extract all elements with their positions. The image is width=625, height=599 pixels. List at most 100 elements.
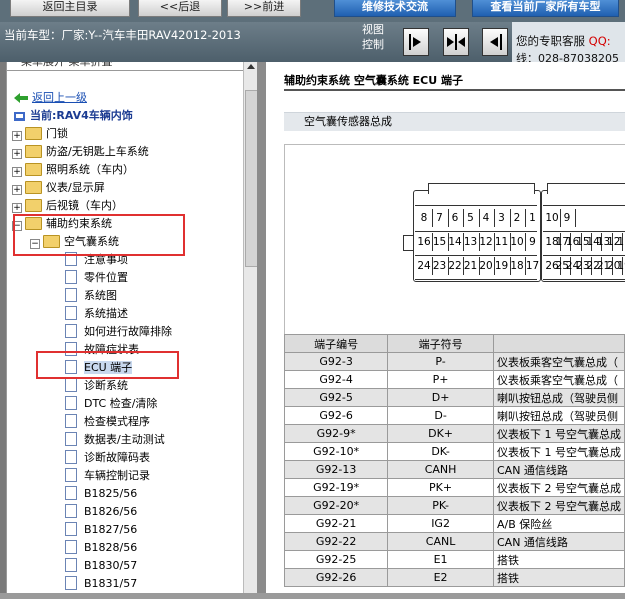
page-label: 系统图 [84,289,117,302]
document-icon [65,288,77,302]
page-label: 车辆控制记录 [84,469,150,482]
scroll-up-icon[interactable] [247,64,255,69]
connector-pin: 14 [448,236,462,248]
table-row: G92-6 D- 喇叭按钮总成（驾驶员侧 [283,406,625,425]
page-b1826[interactable]: B1826/56 [65,504,137,520]
view-control-label: 视图 控制 [362,22,384,52]
page-label: 数据表/主动测试 [84,433,165,446]
folder-anti-theft[interactable]: 防盗/无钥匙上车系统 [25,144,149,160]
terminal-no: G92-22 [283,532,389,551]
terminal-no: G92-25 [283,550,389,569]
connector-pin: 9 [563,212,571,224]
expand-toggle[interactable]: + [12,167,22,177]
terminal-symbol: D+ [387,388,494,407]
page-dtc-chart[interactable]: 诊断故障码表 [65,450,150,466]
pin-separator [540,233,542,251]
terminal-symbol: P- [387,352,494,371]
menu-expand-collapse[interactable]: 菜单展开 菜单折叠 [21,62,113,70]
connector-pin: 9 [529,236,536,248]
document-icon [65,432,77,446]
terminal-symbol: CANH [387,460,494,479]
wiring-color: A/B 保险丝 [493,514,625,533]
table-row: G92-21 IG2 A/B 保险丝 [283,514,625,533]
page-check-mode[interactable]: 检查模式程序 [65,414,150,430]
page-label: B1825/56 [84,487,138,500]
page-system-description[interactable]: 系统描述 [65,306,128,322]
connector-pin: 10 [545,212,559,224]
pin-row-line [543,231,625,232]
expand-toggle[interactable]: + [12,131,22,141]
page-label: 诊断系统 [84,379,128,392]
document-icon [65,450,77,464]
document-icon [65,558,77,572]
connector-pin: 21 [463,260,478,272]
page-data-list[interactable]: 数据表/主动测试 [65,432,165,448]
wiring-color: 仪表板下 1 号空气囊总成 [493,424,625,443]
back-link-text[interactable]: 返回上一级 [32,91,87,104]
expand-left-button[interactable] [482,28,508,56]
arrow-left-icon [490,34,502,50]
connector-pin: 5 [467,212,474,224]
folder-icon [25,198,42,212]
table-row: G92-4 P+ 仪表板乘客空气囊总成（ [283,370,625,389]
page-part-location[interactable]: 零件位置 [65,270,128,286]
folder-icon [25,162,42,176]
split-view-button[interactable] [443,28,469,56]
terminal-no: G92-13 [283,460,389,479]
folder-meter-display[interactable]: 仪表/显示屏 [25,180,105,196]
folder-interior-mirror[interactable]: 后视镜（车内） [25,198,123,214]
connector-pin: 24 [417,260,431,272]
table-row: G92-10* DK- 仪表板下 1 号空气囊总成 [283,442,625,461]
forward-button[interactable]: >>前进 [227,0,301,17]
folder-door-lock[interactable]: 门锁 [25,126,68,142]
page-dtc-check[interactable]: DTC 检查/清除 [65,396,157,412]
wiring-color: 仪表板下 1 号空气囊总成 [493,442,625,461]
tech-exchange-button[interactable]: 维修技术交流 [334,0,456,17]
page-b1827[interactable]: B1827/56 [65,522,137,538]
tree-scrollbar[interactable] [243,62,258,593]
page-label: B1828/56 [84,541,138,554]
folder-icon [25,180,42,194]
page-diagnostic-system[interactable]: 诊断系统 [65,378,128,394]
page-troubleshooting[interactable]: 如何进行故障排除 [65,324,172,340]
panel-splitter[interactable] [257,62,266,593]
pin-row-line [415,205,537,206]
document-icon [65,504,77,518]
expand-toggle[interactable]: + [12,203,22,213]
back-up-link[interactable]: 返回上一级 [13,90,87,106]
page-vehicle-record[interactable]: 车辆控制记录 [65,468,150,484]
page-label: 诊断故障码表 [84,451,150,464]
header-terminal-symbol: 端子符号 [387,334,494,353]
document-icon [65,306,77,320]
pin-separator [575,209,576,227]
page-b1825[interactable]: B1825/56 [65,486,137,502]
document-icon [65,414,77,428]
page-b1828[interactable]: B1828/56 [65,540,137,556]
connector-pin: 11 [494,236,509,248]
service-qq[interactable]: QQ: [589,34,611,48]
terminal-symbol: PK+ [387,478,494,497]
view-label-line1: 视图 [362,23,384,36]
page-system-diagram[interactable]: 系统图 [65,288,117,304]
page-label: 系统描述 [84,307,128,320]
home-button[interactable]: 返回主目录 [10,0,130,17]
page-b1831[interactable]: B1831/57 [65,576,137,592]
back-button[interactable]: <<后退 [138,0,222,17]
folder-interior-lighting[interactable]: 照明系统（车内） [25,162,134,178]
all-models-button[interactable]: 查看当前厂家所有车型 [472,0,619,17]
page-b1830[interactable]: B1830/57 [65,558,137,574]
connector-lip-right [547,183,625,194]
page-label: B1830/57 [84,559,138,572]
view-label-line2: 控制 [362,38,384,51]
connector-pin: 23 [432,260,447,272]
table-header-row: 端子编号 端子符号 [283,334,625,353]
terminal-no: G92-26 [283,568,389,587]
expand-toggle[interactable]: + [12,185,22,195]
car-location-icon [14,112,25,121]
connector-pin: 18 [510,260,524,272]
expand-toggle[interactable]: + [12,149,22,159]
terminal-symbol: D- [387,406,494,425]
table-row: G92-19* PK+ 仪表板下 2 号空气囊总成 [283,478,625,497]
connector-pin: 19 [617,260,625,272]
expand-right-button[interactable] [403,28,429,56]
